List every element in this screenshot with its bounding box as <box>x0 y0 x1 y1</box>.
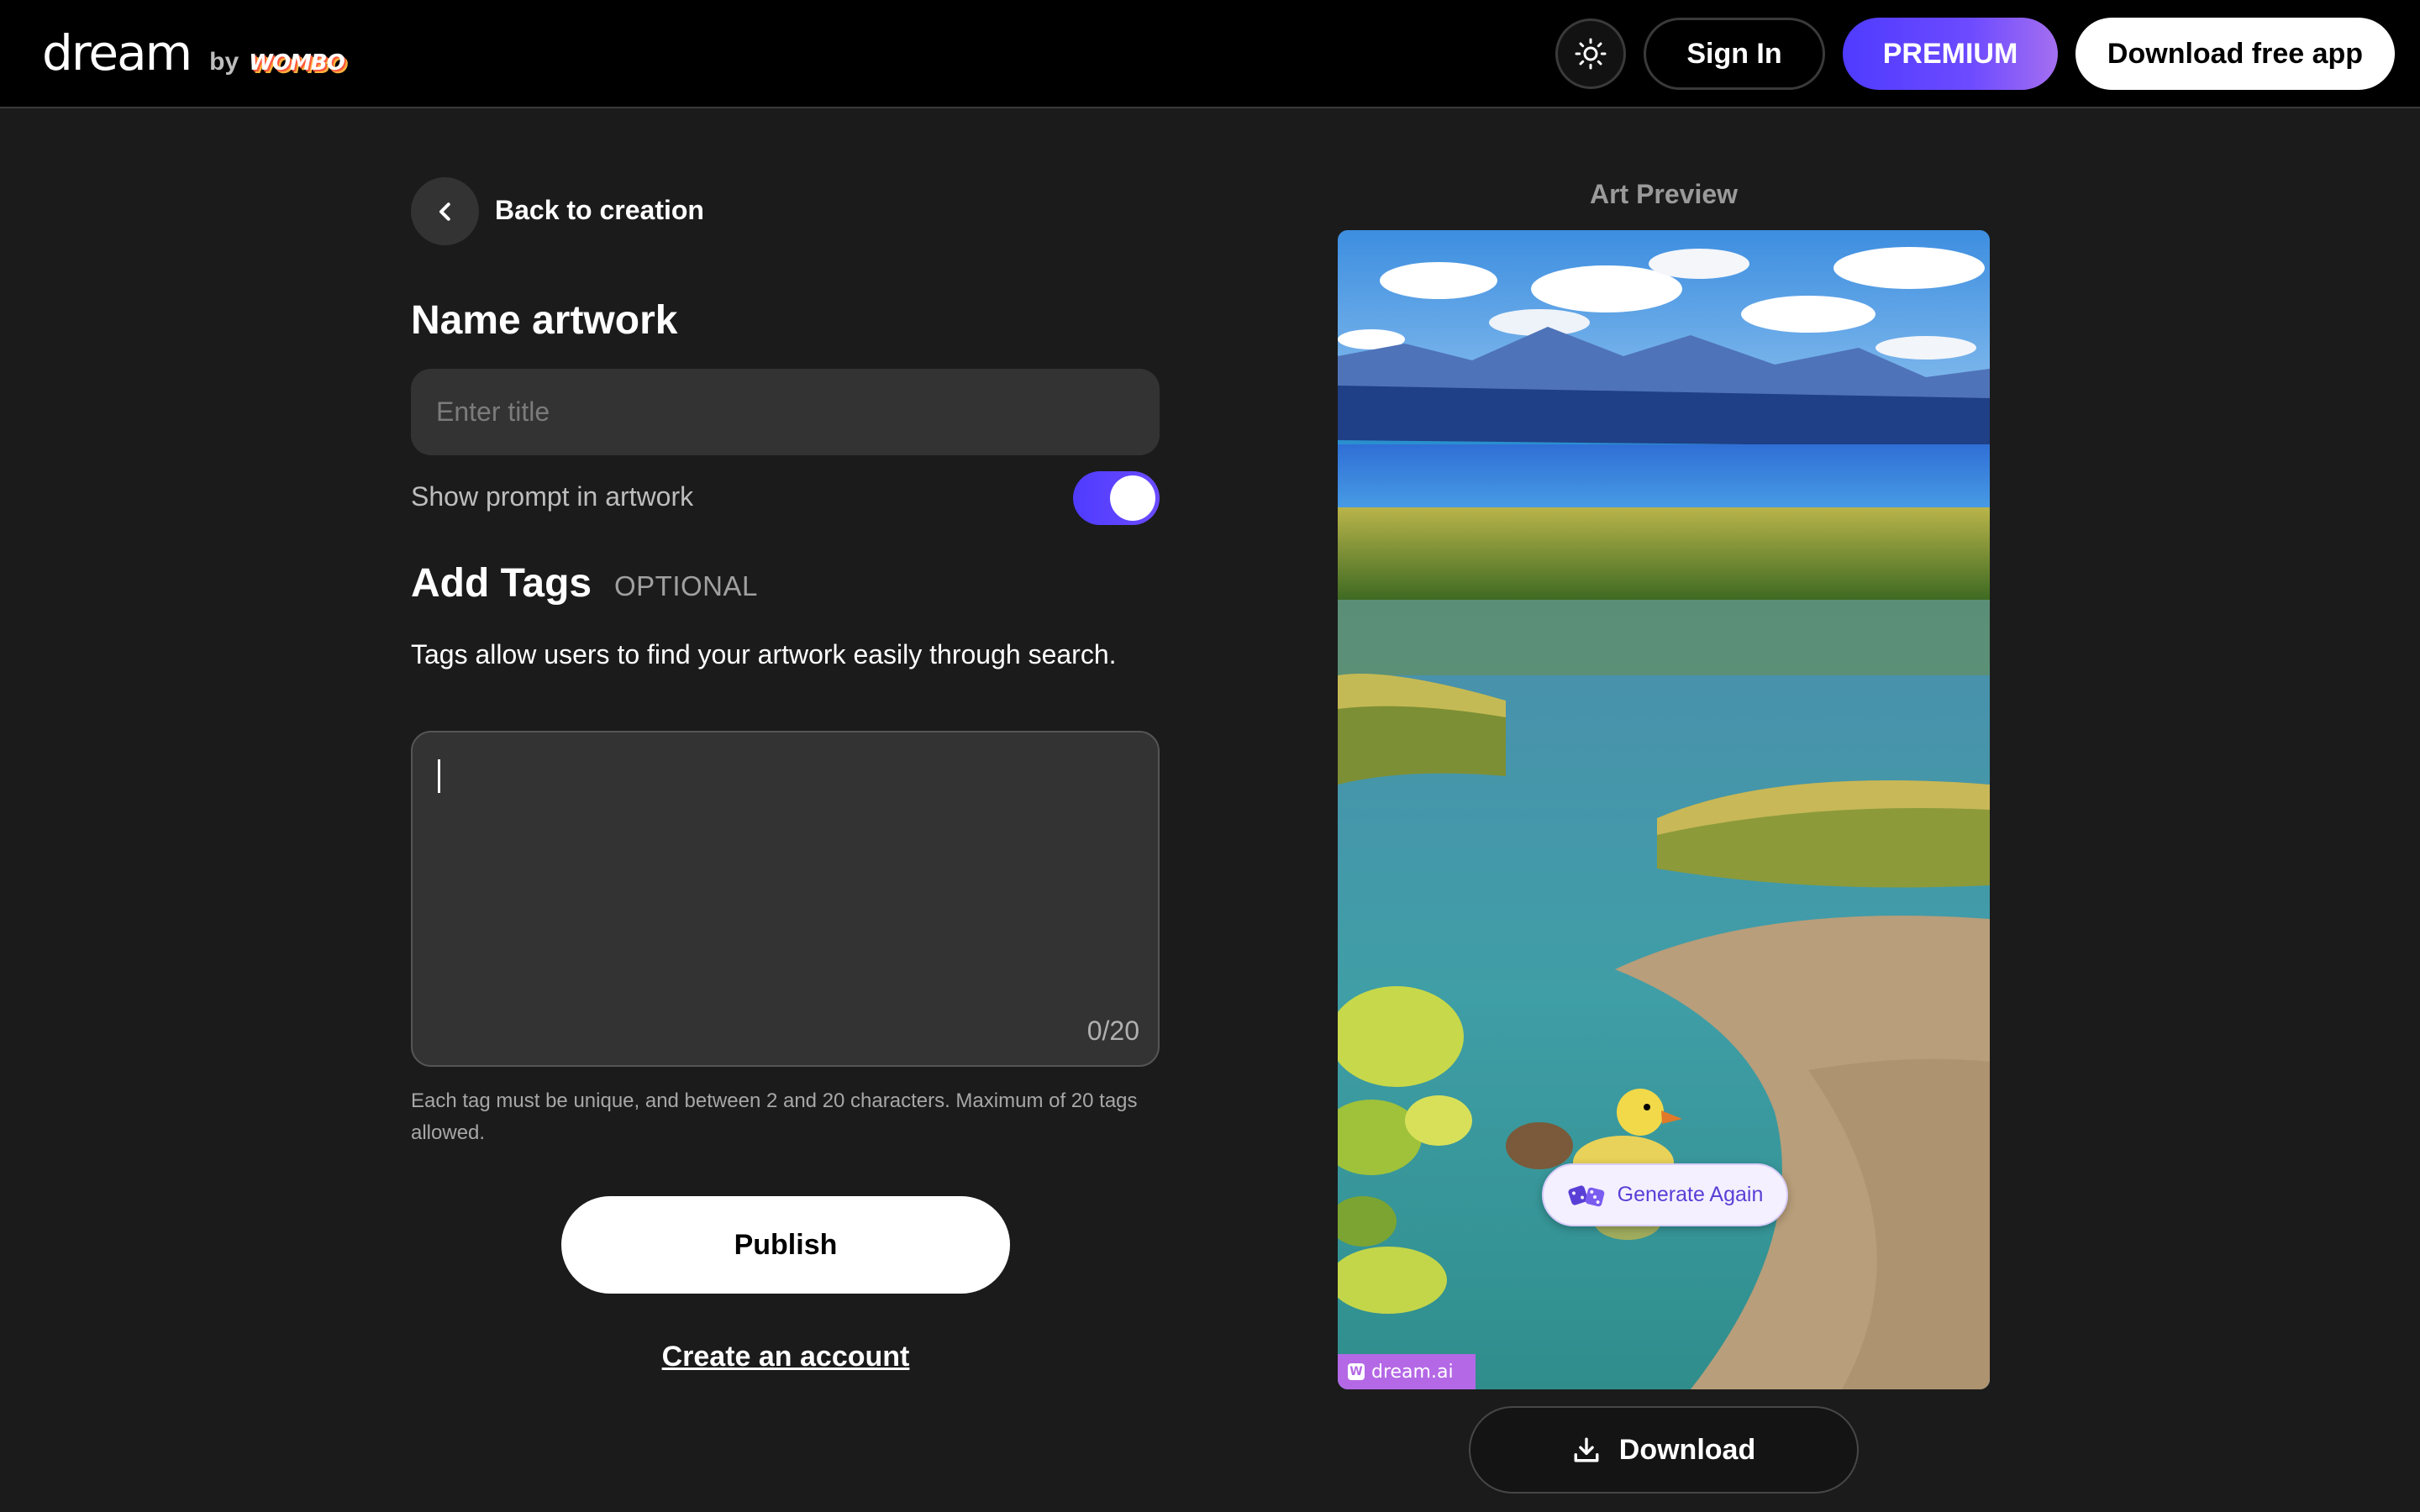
sun-icon <box>1575 38 1607 70</box>
art-preview-label: Art Preview <box>1589 179 1739 209</box>
theme-toggle-button[interactable] <box>1555 18 1626 89</box>
sign-in-button[interactable]: Sign In <box>1644 18 1825 90</box>
dream-logo[interactable]: dream by WOMBO <box>42 24 345 82</box>
premium-button[interactable]: PREMIUM <box>1843 18 2058 90</box>
tags-textarea[interactable]: 0/20 <box>411 731 1160 1067</box>
optional-label: OPTIONAL <box>614 570 758 601</box>
publish-button[interactable]: Publish <box>561 1196 1010 1294</box>
name-artwork-heading: Name artwork <box>411 298 678 343</box>
text-caret <box>438 759 440 793</box>
logo-by-text: by <box>209 48 239 76</box>
tags-help-text: Each tag must be unique, and between 2 a… <box>411 1089 1138 1144</box>
wombo-mark-icon: W <box>1348 1363 1365 1380</box>
toggle-knob <box>1110 475 1155 521</box>
tags-description: Tags allow users to find your artwork ea… <box>411 639 1117 669</box>
generate-again-button[interactable]: Generate Again <box>1542 1163 1788 1226</box>
back-to-creation-link[interactable]: Back to creation <box>495 195 704 226</box>
download-button[interactable]: Download <box>1469 1406 1859 1494</box>
show-prompt-label: Show prompt in artwork <box>411 481 694 512</box>
logo-word: dream <box>42 24 192 81</box>
download-free-app-button[interactable]: Download free app <box>2075 18 2395 90</box>
download-label: Download <box>1618 1433 1756 1466</box>
create-account-link[interactable]: Create an account <box>561 1341 1010 1373</box>
title-input[interactable] <box>411 369 1160 455</box>
download-icon <box>1574 1437 1599 1462</box>
dice-icon <box>1568 1184 1604 1206</box>
top-nav-bar: dream by WOMBO Sign In PREMIUM Download … <box>0 0 2420 108</box>
add-tags-heading: Add Tags <box>411 561 592 606</box>
wombo-logo: WOMBO <box>249 50 345 76</box>
show-prompt-toggle[interactable] <box>1073 471 1160 525</box>
generate-again-label: Generate Again <box>1617 1183 1764 1206</box>
watermark-text: dream.ai <box>1371 1361 1454 1383</box>
tags-counter: 0/20 <box>1086 1016 1139 1046</box>
dream-ai-watermark: W dream.ai <box>1338 1354 1476 1389</box>
back-button[interactable] <box>411 177 479 245</box>
chevron-left-icon <box>439 202 450 221</box>
